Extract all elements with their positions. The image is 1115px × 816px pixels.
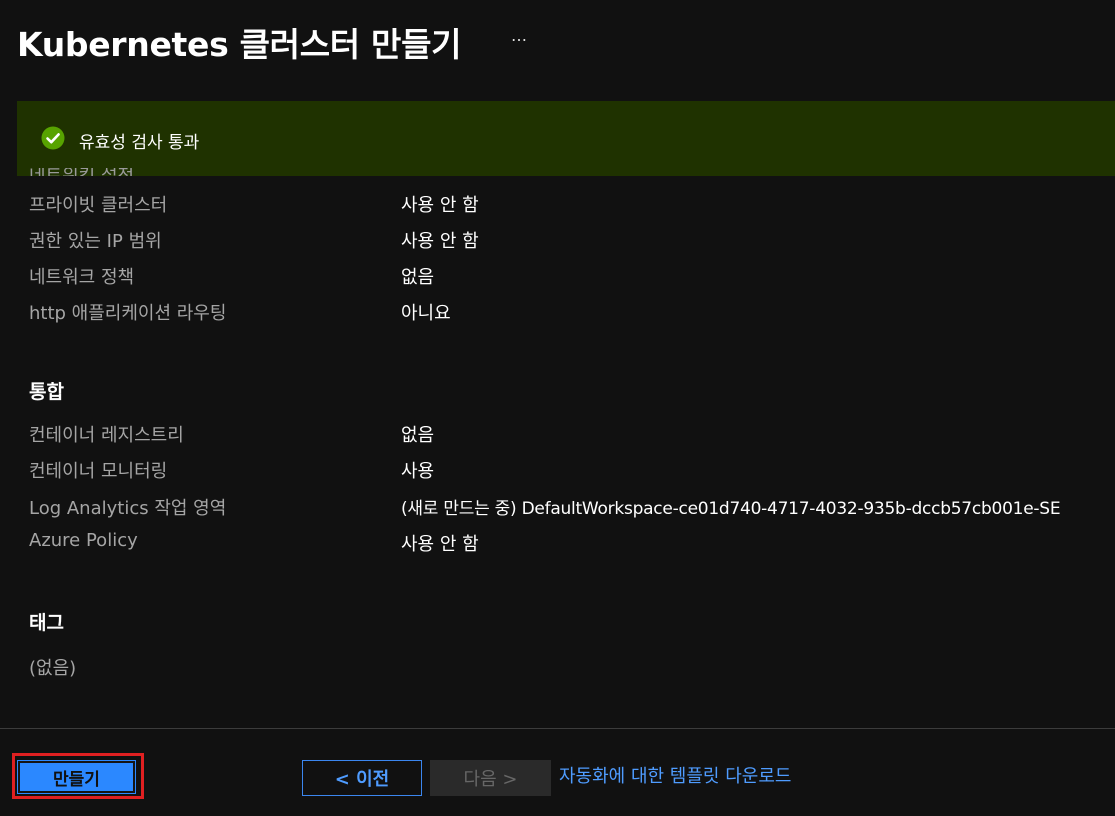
setting-value: 사용 안 함 <box>401 534 479 555</box>
setting-row-azure-policy: Azure Policy 사용 안 함 <box>29 530 1115 558</box>
validation-banner: 유효성 검사 통과 <box>17 101 1115 176</box>
setting-row-container-monitoring: 컨테이너 모니터링 사용 <box>29 457 1115 485</box>
setting-value: (새로 만드는 중) DefaultWorkspace-ce01d740-471… <box>401 499 1061 519</box>
previous-button[interactable]: < 이전 <box>302 760 422 796</box>
more-options-button[interactable]: … <box>511 26 528 45</box>
setting-label: Azure Policy <box>29 530 138 551</box>
setting-label: 프라이빗 클러스터 <box>29 195 168 216</box>
setting-value: 아니요 <box>401 303 451 324</box>
setting-label: 컨테이너 모니터링 <box>29 461 168 482</box>
setting-row-private-cluster: 프라이빗 클러스터 사용 안 함 <box>29 191 1115 219</box>
setting-label: 네트워크 정책 <box>29 267 135 288</box>
setting-label: Log Analytics 작업 영역 <box>29 498 227 519</box>
validation-message: 유효성 검사 통과 <box>79 133 200 153</box>
create-button[interactable]: 만들기 <box>18 761 135 793</box>
section-heading-integration: 통합 <box>29 381 64 403</box>
footer-divider <box>0 728 1115 729</box>
page-title: Kubernetes 클러스터 만들기 <box>17 25 462 64</box>
setting-value: 없음 <box>401 267 435 288</box>
setting-label: 권한 있는 IP 범위 <box>29 231 162 252</box>
review-summary: 프라이빗 클러스터 사용 안 함 권한 있는 IP 범위 사용 안 함 네트워크… <box>0 176 1115 728</box>
check-circle-icon <box>41 126 65 150</box>
setting-row-network-policy: 네트워크 정책 없음 <box>29 263 1115 291</box>
setting-row-container-registry: 컨테이너 레지스트리 없음 <box>29 421 1115 449</box>
section-heading-tags: 태그 <box>29 612 64 634</box>
setting-row-authorized-ip-ranges: 권한 있는 IP 범위 사용 안 함 <box>29 227 1115 255</box>
next-button[interactable]: 다음 > <box>430 760 551 796</box>
scrolled-section-heading: 네트워킹 설정 <box>29 168 179 176</box>
setting-row-http-app-routing: http 애플리케이션 라우팅 아니요 <box>29 299 1115 327</box>
setting-value: 사용 안 함 <box>401 195 479 216</box>
setting-row-log-analytics-workspace: Log Analytics 작업 영역 (새로 만드는 중) DefaultWo… <box>29 494 1115 522</box>
setting-value: 없음 <box>401 425 435 446</box>
download-template-link[interactable]: 자동화에 대한 템플릿 다운로드 <box>559 762 791 788</box>
setting-value: 사용 안 함 <box>401 231 479 252</box>
setting-label: 컨테이너 레지스트리 <box>29 425 184 446</box>
create-cluster-page: Kubernetes 클러스터 만들기 … 프라이빗 클러스터 사용 안 함 권… <box>0 0 1115 816</box>
setting-value: 사용 <box>401 461 435 482</box>
setting-label: http 애플리케이션 라우팅 <box>29 303 227 324</box>
tags-empty-text: (없음) <box>29 658 77 679</box>
